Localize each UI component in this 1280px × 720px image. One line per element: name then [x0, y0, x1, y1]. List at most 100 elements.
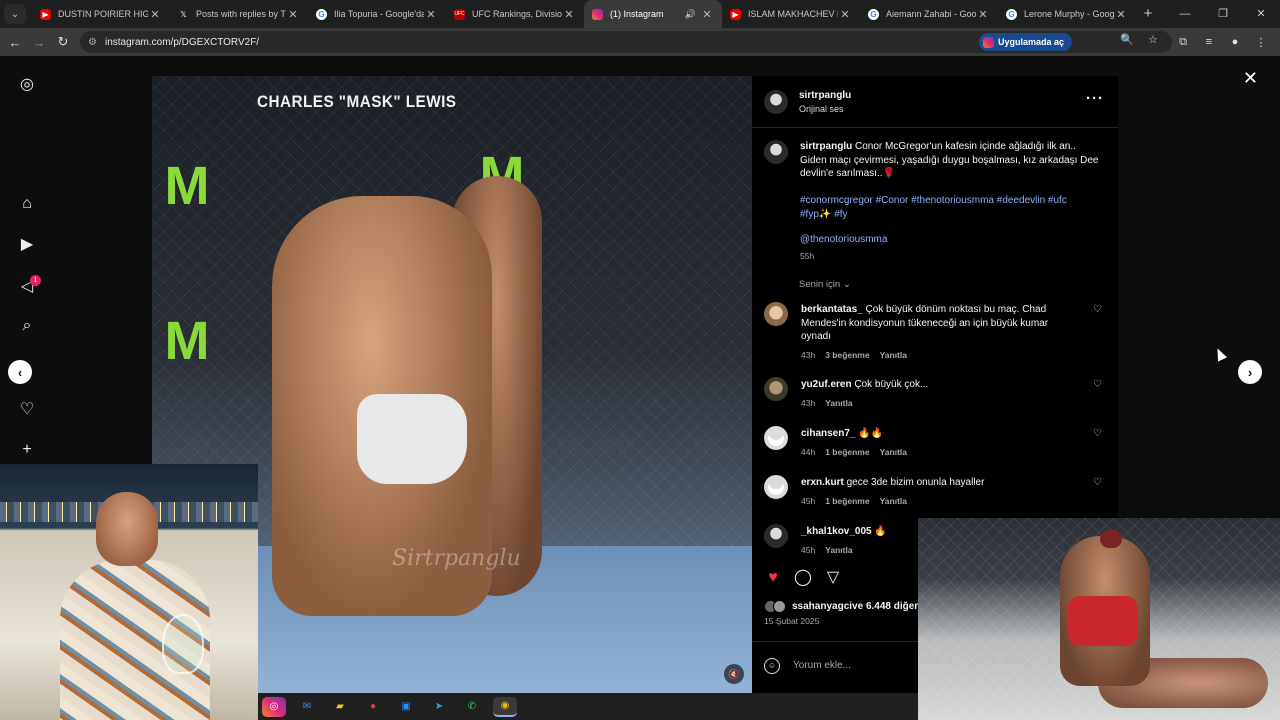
avatar[interactable] — [764, 302, 788, 326]
tab-title: Lerone Murphy - Google'da — [1024, 9, 1114, 19]
mute-toggle-icon[interactable]: 🔇 — [724, 664, 744, 684]
forward-icon[interactable]: → — [27, 35, 51, 50]
next-post-button[interactable]: › — [1238, 360, 1262, 384]
comment-likes[interactable]: 1 beğenme — [825, 447, 869, 457]
post-username[interactable]: sirtrpanglu — [799, 90, 851, 101]
minimize-button[interactable]: — — [1166, 0, 1204, 28]
menu-icon[interactable]: ⋮ — [1248, 36, 1274, 49]
media-control-icon[interactable]: ≡ — [1196, 36, 1222, 48]
whatsapp-icon[interactable]: ✆ — [460, 697, 484, 717]
trello-icon[interactable]: ▣ — [394, 697, 418, 717]
avatar[interactable] — [764, 140, 788, 164]
heart-icon[interactable]: ♡ — [1093, 477, 1102, 488]
comment-username[interactable]: _khal1kov_005 — [801, 526, 872, 537]
reels-icon[interactable]: ▶ — [17, 234, 37, 254]
zoom-icon[interactable]: 🔍 — [1120, 33, 1134, 46]
close-window-button[interactable]: ✕ — [1242, 0, 1280, 28]
like-heart-icon[interactable]: ♥ — [764, 569, 782, 587]
home-icon[interactable]: ⌂ — [17, 194, 37, 214]
likes-count[interactable]: ve 6.448 diğer — [852, 601, 918, 612]
site-info-icon[interactable]: ⚙ — [88, 37, 97, 48]
close-tab-icon[interactable]: ✕ — [838, 8, 852, 21]
speaker-icon[interactable]: 🔊 — [685, 9, 696, 20]
comment-body: 🔥 — [871, 526, 887, 537]
instagram-app-icon[interactable]: ◎ — [262, 696, 286, 717]
wine-glass — [162, 614, 204, 674]
comment-username[interactable]: cihansen7_ — [801, 428, 855, 439]
comment-username[interactable]: yu2uf.eren — [801, 379, 852, 390]
reply-button[interactable]: Yanıtla — [880, 350, 907, 360]
picture-in-picture-video[interactable] — [918, 518, 1280, 720]
close-tab-icon[interactable]: ✕ — [562, 8, 576, 21]
share-icon[interactable]: ▽ — [824, 569, 842, 587]
close-tab-icon[interactable]: ✕ — [424, 8, 438, 21]
comment-username[interactable]: berkantatas_ — [801, 304, 863, 315]
browser-tab[interactable]: UFC UFC Rankings, Division Rank✕ — [446, 0, 584, 28]
outlook-icon[interactable]: ✉ — [295, 697, 319, 717]
likes-username[interactable]: ssahanyagci — [792, 601, 852, 612]
mention-link[interactable]: @thenotoriousmma — [800, 234, 887, 245]
avatar[interactable] — [764, 377, 788, 401]
emoji-icon[interactable]: ☺ — [764, 658, 780, 674]
comment-username[interactable]: erxn.kurt — [801, 477, 844, 488]
caption-username[interactable]: sirtrpanglu — [800, 141, 852, 152]
search-icon[interactable]: ⌕ — [17, 316, 37, 336]
plus-icon[interactable]: + — [17, 440, 37, 460]
folder-icon[interactable]: ▰ — [328, 697, 352, 717]
heart-icon[interactable]: ♡ — [1093, 304, 1102, 315]
bookmark-star-icon[interactable]: ☆ — [1148, 33, 1158, 46]
more-options-icon[interactable]: ··· — [1086, 90, 1104, 107]
avatar[interactable] — [764, 426, 788, 450]
instagram-icon[interactable]: ◎ — [17, 74, 37, 94]
browser-tab[interactable]: 𝕏 Posts with replies by TheEff✕ — [170, 0, 308, 28]
heart-icon[interactable]: ♡ — [17, 399, 37, 419]
browser-tab[interactable]: G Ilia Topuria - Google'da Ara✕ — [308, 0, 446, 28]
extensions-icon[interactable]: ⧉ — [1170, 36, 1196, 49]
reply-button[interactable]: Yanıtla — [825, 398, 852, 408]
ai-app-icon[interactable]: ● — [361, 697, 385, 717]
comment-body: 🔥🔥 — [855, 428, 884, 439]
avatar[interactable] — [764, 524, 788, 548]
comment-text: yu2uf.eren Çok büyük çok... — [801, 378, 1061, 392]
comment-input[interactable]: Yorum ekle... — [793, 660, 851, 671]
chrome-icon[interactable]: ◉ — [493, 696, 517, 717]
comment-icon[interactable]: ◯ — [794, 569, 812, 587]
back-icon[interactable]: ← — [3, 35, 27, 50]
close-tab-icon[interactable]: ✕ — [1114, 8, 1128, 21]
open-in-app-button[interactable]: Uygulamada aç — [978, 33, 1072, 51]
avatar[interactable] — [764, 475, 788, 499]
browser-tab[interactable]: ▶ DUSTIN POIRIER HIGHLIGHTS✕ — [32, 0, 170, 28]
reply-button[interactable]: Yanıtla — [880, 447, 907, 457]
browser-tab[interactable]: ▶ ISLAM MAKHACHEV HIÇ✕ — [722, 0, 860, 28]
likes-summary[interactable]: ssahanyagci ve 6.448 diğer — [764, 600, 918, 613]
comment-likes[interactable]: 3 beğenme — [825, 350, 869, 360]
heart-icon[interactable]: ♡ — [1093, 428, 1102, 439]
new-tab-button[interactable]: + — [1136, 0, 1160, 28]
comment-time: 44h — [801, 447, 816, 457]
previous-post-button[interactable]: ‹ — [8, 360, 32, 384]
address-bar[interactable]: ⚙ instagram.com/p/DGEXCTORV2F/ Uygulamad… — [80, 31, 1172, 53]
profile-icon[interactable]: ● — [1222, 36, 1248, 48]
browser-tab-active[interactable]: (1) Instagram 🔊 ✕ — [584, 0, 722, 28]
close-icon[interactable]: ✕ — [1243, 68, 1258, 89]
browser-tab[interactable]: G Lerone Murphy - Google'da✕ — [998, 0, 1136, 28]
reload-icon[interactable]: ↻ — [51, 34, 75, 50]
reply-button[interactable]: Yanıtla — [825, 545, 852, 555]
close-tab-icon[interactable]: ✕ — [976, 8, 990, 21]
mouse-cursor — [1212, 346, 1228, 362]
close-tab-icon[interactable]: ✕ — [286, 8, 300, 21]
hashtags[interactable]: #conormcgregor #Conor #thenotoriousmma #… — [800, 194, 1100, 221]
comment-likes[interactable]: 1 beğenme — [825, 496, 869, 506]
reply-button[interactable]: Yanıtla — [880, 496, 907, 506]
comment-sort-dropdown[interactable]: Senin için ⌄ — [799, 279, 851, 290]
maximize-button[interactable]: ❐ — [1204, 0, 1242, 28]
close-tab-icon[interactable]: ✕ — [148, 8, 162, 21]
telegram-icon[interactable]: ➤ — [427, 697, 451, 717]
browser-tab[interactable]: G Aiemann Zahabi - Google'da✕ — [860, 0, 998, 28]
audio-label[interactable]: Orijinal ses — [799, 104, 844, 114]
close-tab-icon[interactable]: ✕ — [700, 8, 714, 21]
comment-body: Çok büyük çok... — [851, 379, 929, 390]
avatar[interactable] — [764, 90, 788, 114]
heart-icon[interactable]: ♡ — [1093, 379, 1102, 390]
tab-search-menu-button[interactable]: ⌄ — [4, 4, 26, 24]
